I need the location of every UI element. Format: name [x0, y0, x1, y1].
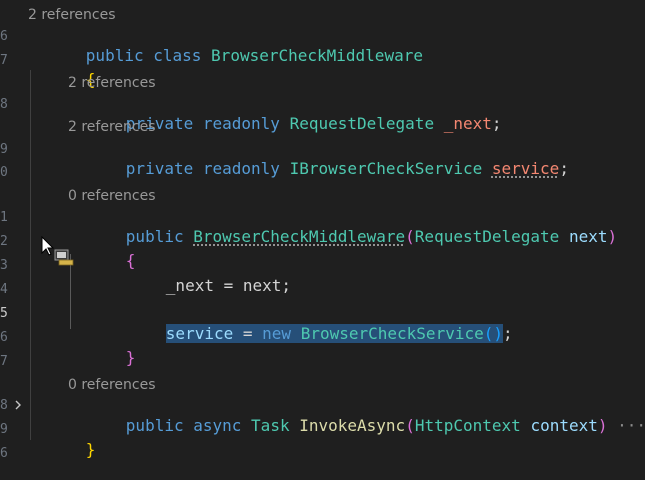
paren: ()	[483, 324, 503, 343]
line-number: 9	[0, 142, 8, 157]
type-name: Task	[251, 416, 290, 435]
type-name: HttpContext	[414, 416, 521, 435]
codelens-references[interactable]: 0 references	[68, 188, 156, 204]
keyword: readonly	[202, 114, 280, 133]
type-name: RequestDelegate	[289, 114, 435, 133]
paren: )	[607, 227, 618, 246]
operator: =	[242, 324, 253, 343]
brace: }	[125, 348, 136, 367]
type-name: BrowserCheckService	[300, 324, 484, 343]
field-name: _next	[165, 276, 214, 295]
code-editor[interactable]: 6 7 8 9 0 1 2 3 4 5 6 7 8 9 6 2 referenc…	[0, 0, 645, 465]
line-number: 6	[0, 446, 8, 461]
chevron-right-icon[interactable]	[13, 398, 23, 412]
code-area[interactable]: 2 references public class BrowserCheckMi…	[28, 0, 645, 465]
line-number: 7	[0, 53, 8, 68]
parameter-name: next	[568, 227, 608, 246]
paren: (	[405, 227, 415, 246]
paren: )	[597, 416, 608, 435]
code-line-constructor[interactable]: public BrowserCheckMiddleware(RequestDel…	[68, 207, 617, 246]
codelens-references[interactable]: 0 references	[68, 377, 156, 393]
line-number-gutter: 6 7 8 9 0 1 2 3 4 5 6 7 8 9 6	[0, 0, 28, 465]
folded-region-ellipsis[interactable]: ···	[617, 416, 645, 435]
keyword: class	[153, 46, 202, 65]
keyword: readonly	[202, 159, 280, 178]
keyword: public	[125, 416, 184, 435]
field-name: service	[165, 324, 234, 343]
code-line-ctor-close-brace[interactable]: }	[68, 328, 136, 367]
code-line-invoke-async[interactable]: public async Task InvokeAsync(HttpContex…	[68, 396, 645, 435]
code-line-class-close-brace[interactable]: }	[28, 420, 96, 459]
field-name: _next	[443, 114, 492, 133]
codelens-references[interactable]: 2 references	[28, 7, 116, 23]
code-line-assign-service[interactable]: service = new BrowserCheckService();	[108, 304, 513, 343]
line-number: 6	[0, 330, 8, 345]
parameter-name: next	[242, 276, 282, 295]
paren: (	[405, 416, 415, 435]
codelens-references[interactable]: 2 references	[68, 75, 156, 91]
line-number: 8	[0, 398, 8, 413]
code-line-field-service[interactable]: private readonly IBrowserCheckService se…	[68, 139, 569, 178]
code-line-class-declaration[interactable]: public class BrowserCheckMiddleware	[28, 26, 423, 65]
line-number: 1	[0, 210, 8, 225]
semicolon: ;	[559, 159, 569, 178]
line-number: 3	[0, 258, 8, 273]
codelens-references[interactable]: 2 references	[68, 119, 156, 135]
line-number: 9	[0, 422, 8, 437]
keyword: async	[193, 416, 242, 435]
line-number: 8	[0, 97, 8, 112]
class-name: BrowserCheckMiddleware	[211, 46, 423, 65]
line-number: 0	[0, 165, 8, 180]
parameter-name: context	[530, 416, 598, 435]
constructor-name: BrowserCheckMiddleware	[193, 227, 406, 246]
mouse-pointer-icon	[40, 235, 80, 270]
method-name: InvokeAsync	[299, 416, 406, 435]
semicolon: ;	[281, 276, 292, 295]
type-name: IBrowserCheckService	[289, 159, 483, 178]
keyword: new	[262, 324, 292, 343]
operator: =	[223, 276, 234, 295]
line-number: 7	[0, 354, 8, 369]
code-line-field-next[interactable]: private readonly RequestDelegate _next;	[68, 94, 502, 133]
selection-highlight: service = new BrowserCheckService()	[165, 324, 503, 343]
semicolon: ;	[491, 114, 502, 133]
code-line-assign-next[interactable]: _next = next;	[108, 256, 291, 295]
code-line-open-brace[interactable]: {	[28, 50, 96, 89]
type-name: RequestDelegate	[414, 227, 560, 246]
line-number: 4	[0, 282, 8, 297]
semicolon: ;	[503, 324, 513, 343]
field-name: service	[491, 159, 560, 178]
line-number-active: 5	[0, 306, 8, 321]
line-number: 2	[0, 234, 8, 249]
line-number: 6	[0, 29, 8, 44]
keyword: private	[125, 159, 194, 178]
brace: }	[85, 440, 96, 459]
